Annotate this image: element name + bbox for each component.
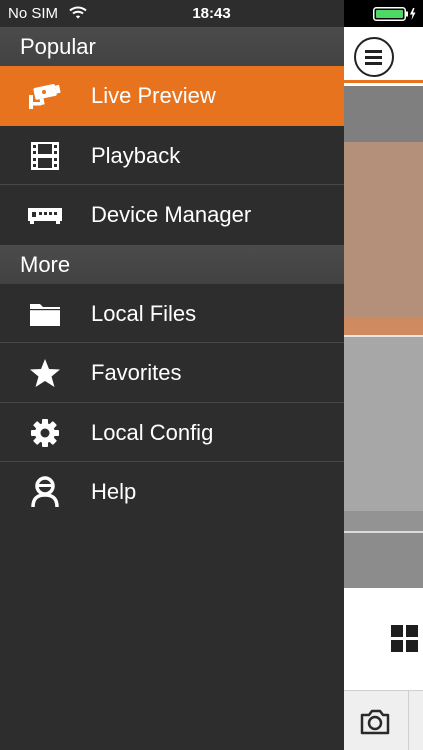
menu-item-local-files[interactable]: Local Files bbox=[0, 284, 344, 343]
battery-charging-icon bbox=[373, 7, 416, 21]
menu-item-playback[interactable]: Playback bbox=[0, 126, 344, 185]
menu-item-favorites[interactable]: Favorites bbox=[0, 343, 344, 403]
grid-layout-icon[interactable] bbox=[391, 625, 418, 652]
toolbar-divider bbox=[408, 691, 409, 750]
help-person-icon bbox=[27, 475, 63, 509]
camera-snapshot-icon[interactable] bbox=[358, 705, 392, 739]
menu-item-help[interactable]: Help bbox=[0, 462, 344, 522]
video-tile[interactable] bbox=[344, 337, 423, 511]
dvr-device-icon bbox=[27, 198, 63, 232]
live-preview-page bbox=[344, 0, 423, 750]
menu-item-live-preview[interactable]: Live Preview bbox=[0, 66, 344, 126]
navigation-drawer: Popular Live Preview Playback Device Man… bbox=[0, 27, 344, 750]
folder-icon bbox=[27, 297, 63, 331]
video-tile[interactable] bbox=[344, 142, 423, 317]
menu-item-device-manager[interactable]: Device Manager bbox=[0, 185, 344, 245]
menu-item-label: Device Manager bbox=[91, 202, 252, 227]
section-header-popular: Popular bbox=[0, 27, 344, 66]
cctv-camera-icon bbox=[27, 79, 63, 113]
menu-item-local-config[interactable]: Local Config bbox=[0, 403, 344, 462]
hamburger-menu-icon[interactable] bbox=[354, 37, 394, 77]
menu-item-label: Favorites bbox=[91, 360, 182, 385]
menu-item-label: Playback bbox=[91, 142, 181, 168]
star-icon bbox=[27, 356, 63, 390]
underlay-bottom-toolbar bbox=[344, 690, 423, 750]
video-tile-strip bbox=[344, 511, 423, 531]
underlay-nav-bar bbox=[344, 27, 423, 83]
video-tile[interactable] bbox=[344, 533, 423, 588]
status-bar: No SIM 18:43 bbox=[0, 0, 423, 27]
menu-item-label: Live Preview bbox=[91, 83, 216, 108]
gear-icon bbox=[27, 416, 63, 450]
menu-item-label: Local Files bbox=[91, 300, 197, 326]
status-time: 18:43 bbox=[192, 5, 231, 22]
menu-item-label: Help bbox=[91, 479, 137, 504]
menu-item-label: Local Config bbox=[91, 419, 214, 445]
film-strip-icon bbox=[27, 139, 63, 173]
section-header-more: More bbox=[0, 244, 344, 284]
video-tile[interactable] bbox=[344, 86, 423, 142]
video-tile-strip bbox=[344, 317, 423, 335]
